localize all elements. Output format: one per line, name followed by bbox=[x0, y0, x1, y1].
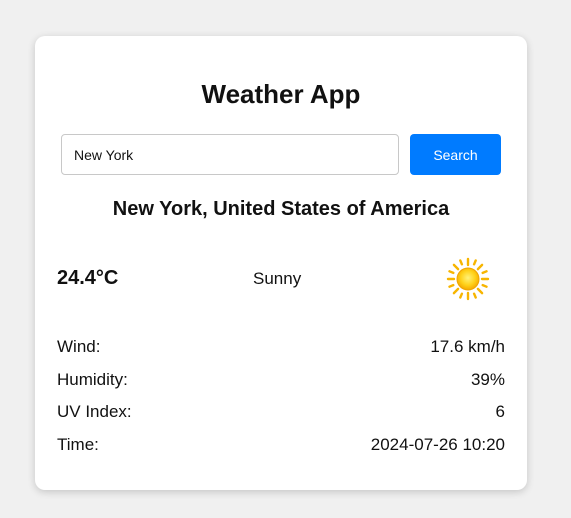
detail-row-time: Time: 2024-07-26 10:20 bbox=[57, 435, 505, 457]
uv-index-label: UV Index: bbox=[57, 402, 132, 421]
humidity-label: Humidity: bbox=[57, 370, 128, 389]
uv-index-value: 6 bbox=[495, 402, 505, 421]
humidity-value: 39% bbox=[470, 370, 505, 389]
weather-condition: Sunny bbox=[253, 269, 302, 288]
location-name: New York, United States of America bbox=[112, 198, 450, 220]
time-value: 2024-07-26 10:20 bbox=[370, 435, 505, 454]
weather-card: Weather App Search New York, United Stat… bbox=[35, 36, 527, 490]
temperature: 24.4°C bbox=[57, 267, 119, 289]
detail-row-uv-index: UV Index: 6 bbox=[57, 402, 505, 424]
time-label: Time: bbox=[57, 435, 99, 454]
detail-row-humidity: Humidity: 39% bbox=[57, 370, 505, 392]
app-title: Weather App bbox=[201, 79, 361, 109]
search-input[interactable] bbox=[61, 134, 399, 175]
wind-label: Wind: bbox=[57, 337, 101, 356]
wind-value: 17.6 km/h bbox=[430, 337, 505, 356]
search-button[interactable]: Search bbox=[410, 134, 501, 175]
sun-icon bbox=[446, 257, 490, 301]
detail-row-wind: Wind: 17.6 km/h bbox=[57, 337, 505, 359]
